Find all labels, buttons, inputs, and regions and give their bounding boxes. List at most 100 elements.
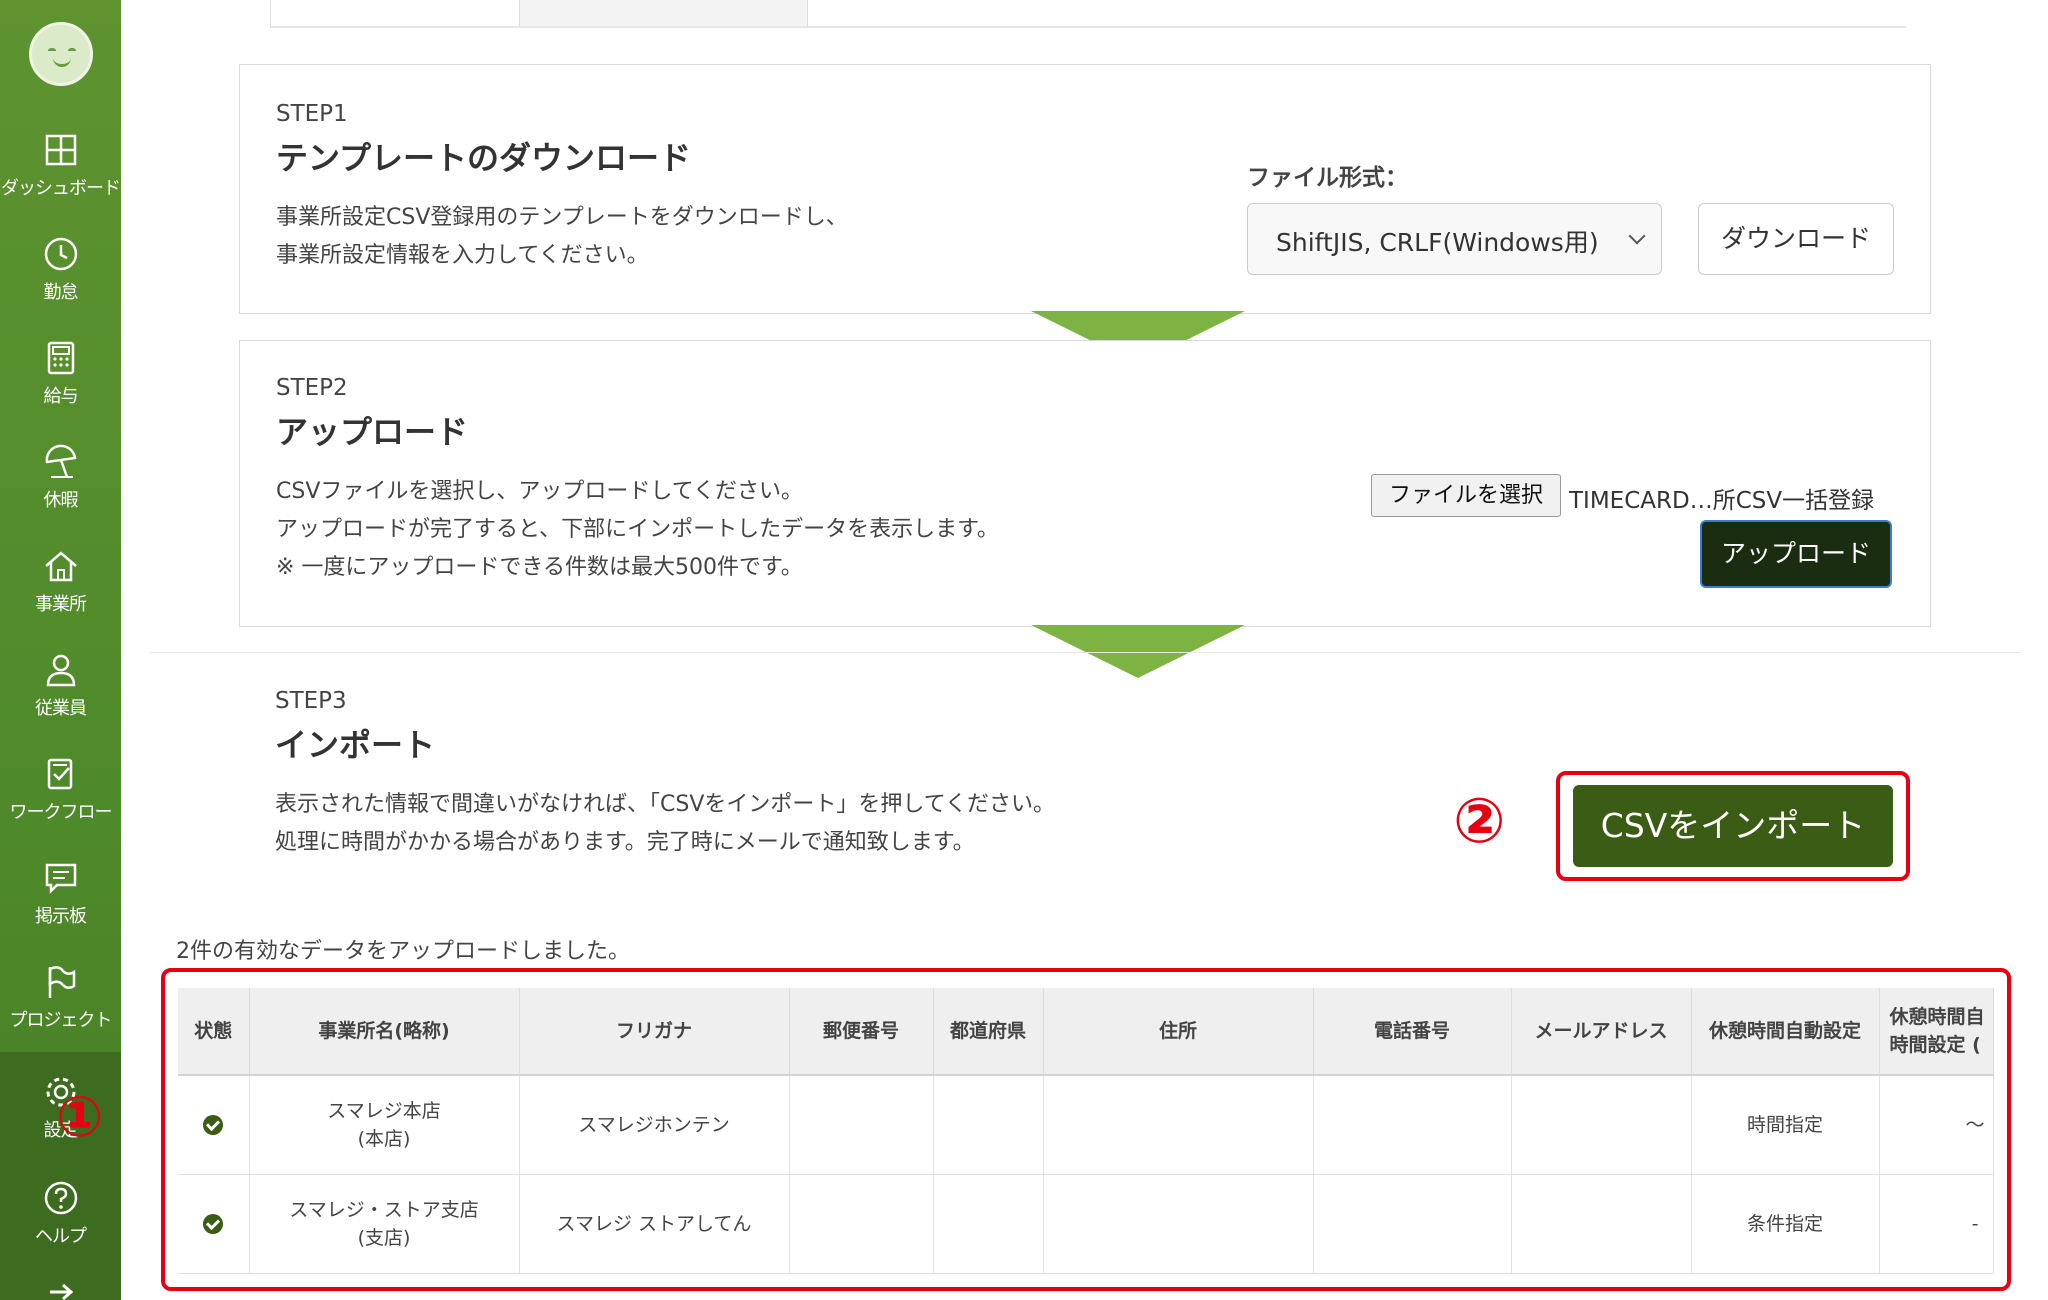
person-icon	[46, 654, 75, 687]
help-icon	[44, 1181, 77, 1215]
office-prefecture	[933, 1075, 1044, 1175]
col-break-auto[interactable]: 休憩時間自動設定	[1691, 988, 1880, 1076]
sidebar-item-project[interactable]: プロジェクト	[0, 964, 121, 1064]
import-preview-table: 状態 事業所名(略称) フリガナ 郵便番号 都道府県 住所 電話番号 メールアド…	[178, 988, 1994, 1274]
step2-desc-line2: アップロードが完了すると、下部にインポートしたデータを表示します。	[276, 517, 999, 542]
valid-check-icon	[203, 1214, 224, 1234]
sidebar-item-attendance[interactable]: 勤怠	[0, 236, 121, 336]
step3-title: インポート	[275, 726, 436, 764]
sidebar-item-label: 掲示板	[35, 906, 87, 927]
file-format-select[interactable]: ShiftJIS, CRLF(Windows用)	[1247, 203, 1662, 275]
dashboard-icon	[45, 134, 76, 166]
sidebar-item-board[interactable]: 掲示板	[0, 860, 121, 960]
flag-icon	[48, 966, 75, 998]
office-short-name: (本店)	[357, 1127, 411, 1150]
valid-check-icon	[203, 1115, 224, 1136]
sidebar-item-payroll[interactable]: 給与	[0, 340, 121, 440]
office-address	[1043, 1075, 1314, 1175]
sidebar-item-dashboard[interactable]: ダッシュボード	[0, 132, 121, 232]
section-divider	[150, 652, 2020, 653]
office-name: スマレジ・ストア支店	[289, 1198, 479, 1221]
beach-umbrella-icon	[45, 444, 76, 478]
office-name: スマレジ本店	[327, 1099, 441, 1122]
annotation-marker-1: ①	[56, 1085, 104, 1150]
home-icon	[44, 551, 77, 582]
selected-file-name: TIMECARD…所CSV一括登録	[1569, 488, 1875, 514]
step2-label: STEP2	[276, 375, 348, 401]
import-csv-button[interactable]: CSVをインポート	[1573, 785, 1893, 867]
col-office-name[interactable]: 事業所名(略称)	[249, 988, 520, 1076]
office-prefecture	[933, 1174, 1044, 1274]
office-email	[1511, 1174, 1692, 1274]
office-break-auto: 時間指定	[1691, 1075, 1880, 1175]
office-short-name: (支店)	[357, 1226, 411, 1249]
office-break-auto: 条件指定	[1691, 1174, 1880, 1274]
office-email	[1511, 1075, 1692, 1175]
sidebar-item-label: 勤怠	[43, 282, 79, 303]
logo-eye-right	[68, 48, 76, 53]
app-logo[interactable]	[29, 22, 93, 86]
logo-eye-left	[48, 48, 56, 53]
sidebar-item-label: プロジェクト	[9, 1010, 113, 1031]
tab-active[interactable]	[270, 0, 520, 28]
office-break-time: -	[1879, 1174, 1994, 1274]
office-zip	[789, 1075, 934, 1175]
step3-section: STEP3 インポート 表示された情報で間違いがなければ、「CSVをインポート」…	[275, 688, 1055, 862]
office-phone	[1313, 1075, 1512, 1175]
table-row: スマレジ・ストア支店 (支店) スマレジ ストアしてん 条件指定 -	[178, 1174, 1994, 1274]
col-email[interactable]: メールアドレス	[1511, 988, 1692, 1076]
step1-desc-line2: 事業所設定情報を入力してください。	[276, 243, 649, 268]
office-zip	[789, 1174, 934, 1274]
upload-button[interactable]: アップロード	[1700, 520, 1892, 588]
tab-inactive[interactable]	[520, 0, 808, 28]
office-phone	[1313, 1174, 1512, 1274]
col-phone[interactable]: 電話番号	[1313, 988, 1512, 1076]
table-header-row: 状態 事業所名(略称) フリガナ 郵便番号 都道府県 住所 電話番号 メールアド…	[178, 988, 1994, 1076]
message-board-icon	[45, 863, 76, 895]
sidebar-item-label: ダッシュボード	[1, 178, 121, 199]
step1-desc-line1: 事業所設定CSV登録用のテンプレートをダウンロードし、	[276, 205, 848, 230]
office-kana: スマレジホンテン	[519, 1075, 790, 1175]
col-status[interactable]: 状態	[178, 988, 250, 1076]
step3-desc-line1: 表示された情報で間違いがなければ、「CSVをインポート」を押してください。	[275, 792, 1056, 817]
clock-icon	[44, 237, 77, 271]
sidebar-item-workflow[interactable]: ワークフロー	[0, 756, 121, 856]
file-format-label: ファイル形式：	[1247, 165, 1408, 191]
col-break-time[interactable]: 休憩時間自 時間設定 (	[1879, 988, 1994, 1076]
col-address[interactable]: 住所	[1043, 988, 1314, 1076]
step3-label: STEP3	[275, 688, 347, 714]
sidebar-item-label: 給与	[43, 386, 79, 407]
step1-label: STEP1	[276, 101, 348, 127]
sidebar-item-employees[interactable]: 従業員	[0, 652, 121, 752]
upload-result-message: 2件の有効なデータをアップロードしました。	[176, 939, 630, 964]
sidebar-item-label: ヘルプ	[35, 1226, 87, 1247]
download-button[interactable]: ダウンロード	[1698, 203, 1894, 275]
calculator-icon	[47, 341, 74, 375]
step1-title: テンプレートのダウンロード	[276, 139, 692, 177]
step2-title: アップロード	[276, 413, 469, 451]
file-format-value: ShiftJIS, CRLF(Windows用)	[1276, 228, 1599, 257]
sidebar-item-label: ワークフロー	[9, 802, 113, 823]
expand-arrow-icon[interactable]	[46, 1282, 76, 1300]
chevron-down-icon	[1628, 227, 1646, 245]
step2-desc-line3: ※ 一度にアップロードできる件数は最大500件です。	[276, 555, 803, 580]
sidebar-item-leave[interactable]: 休暇	[0, 444, 121, 544]
col-kana[interactable]: フリガナ	[519, 988, 790, 1076]
tabs-underline	[270, 26, 1906, 28]
sidebar-item-label: 従業員	[35, 698, 87, 719]
office-address	[1043, 1174, 1314, 1274]
step3-desc-line2: 処理に時間がかかる場合があります。完了時にメールで通知致します。	[275, 830, 975, 855]
choose-file-button[interactable]: ファイルを選択	[1371, 474, 1561, 517]
logo-mouth	[53, 58, 71, 67]
table-row: スマレジ本店 (本店) スマレジホンテン 時間指定 〜	[178, 1075, 1994, 1175]
office-break-time: 〜	[1879, 1075, 1994, 1175]
col-zip[interactable]: 郵便番号	[789, 988, 934, 1076]
step1-card: STEP1 テンプレートのダウンロード 事業所設定CSV登録用のテンプレートをダ…	[239, 64, 1931, 314]
office-kana: スマレジ ストアしてん	[519, 1174, 790, 1274]
step2-desc-line1: CSVファイルを選択し、アップロードしてください。	[276, 479, 804, 504]
col-prefecture[interactable]: 都道府県	[933, 988, 1044, 1076]
clipboard-check-icon	[47, 758, 72, 790]
sidebar-item-office[interactable]: 事業所	[0, 548, 121, 648]
sidebar-item-label: 事業所	[35, 594, 87, 615]
sidebar-item-help[interactable]: ヘルプ	[0, 1180, 121, 1280]
